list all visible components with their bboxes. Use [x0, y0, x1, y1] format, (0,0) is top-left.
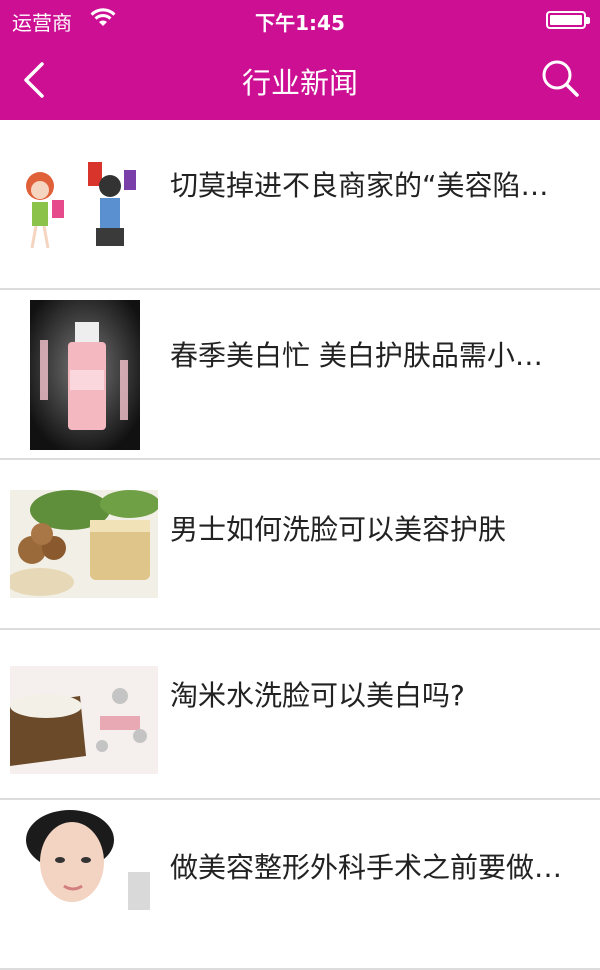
news-thumbnail-product	[30, 300, 140, 450]
news-thumbnail-face	[10, 810, 158, 910]
news-thumbnail-cartoon	[10, 156, 158, 264]
app-header: 运营商 下午1:45 行业新闻	[0, 0, 600, 120]
news-title: 春季美白忙 美白护肤品需小…	[170, 339, 543, 372]
status-bar: 运营商 下午1:45	[0, 0, 600, 40]
news-thumbnail-rice	[10, 666, 158, 774]
news-title: 男士如何洗脸可以美容护肤	[170, 513, 507, 546]
page-title: 行业新闻	[241, 66, 358, 100]
news-item[interactable]: 男士如何洗脸可以美容护肤	[0, 460, 600, 630]
battery-icon	[546, 11, 590, 29]
news-item[interactable]: 做美容整形外科手术之前要做…	[0, 800, 600, 970]
news-title: 切莫掉进不良商家的“美容陷…	[170, 169, 549, 202]
news-title: 淘米水洗脸可以美白吗?	[170, 679, 465, 712]
news-thumbnail-herbs	[10, 490, 158, 598]
search-icon	[542, 60, 579, 97]
search-button[interactable]	[538, 56, 582, 100]
news-item[interactable]: 春季美白忙 美白护肤品需小…	[0, 290, 600, 460]
navigation-bar: 行业新闻	[0, 40, 600, 120]
news-item[interactable]: 切莫掉进不良商家的“美容陷…	[0, 120, 600, 290]
news-list: 切莫掉进不良商家的“美容陷… 春季美白忙 美白护肤品需小… 男士如何洗脸可以美容…	[0, 120, 600, 970]
news-item[interactable]: 淘米水洗脸可以美白吗?	[0, 630, 600, 800]
status-time: 下午1:45	[255, 11, 345, 35]
news-title: 做美容整形外科手术之前要做…	[170, 851, 563, 884]
